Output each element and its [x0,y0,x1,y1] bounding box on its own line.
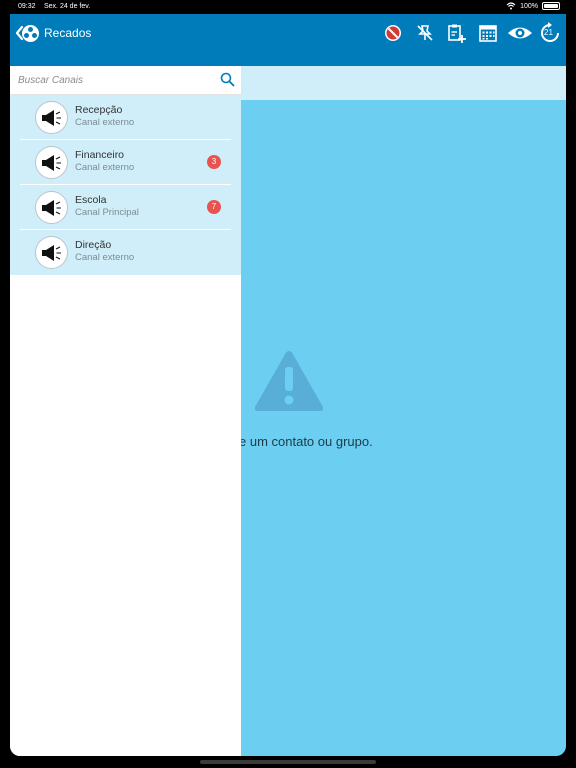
search-icon[interactable] [220,72,235,87]
calendar-icon[interactable] [476,22,500,44]
megaphone-icon [35,236,68,269]
unread-badge: 7 [207,200,221,214]
refresh-count: 21 [544,28,553,37]
channel-subtitle: Canal externo [75,252,135,263]
search-bar [10,66,241,95]
status-time: 09:32 [18,3,36,10]
channel-subtitle: Canal Principal [75,207,139,218]
channel-name: Financeiro [75,149,125,161]
warning-icon [254,351,324,411]
channel-name: Escola [75,194,107,206]
status-right: 100% [506,2,560,10]
unread-badge: 3 [207,155,221,169]
channel-name: Recepção [75,104,123,116]
app-window: 09:32 Sex. 24 de fev. 100% Recados 21 e … [10,0,566,756]
channel-item-direcao[interactable]: Direção Canal externo [10,230,241,275]
navigation-bar: Recados 21 [10,14,566,66]
add-assignment-icon[interactable] [444,22,468,44]
battery-percent: 100% [520,2,538,10]
status-bar: 09:32 Sex. 24 de fev. 100% [10,0,566,14]
content-header-strip [241,66,566,100]
channel-list: Recepção Canal externo Financeiro Canal … [10,95,241,275]
channel-name: Direção [75,239,112,251]
megaphone-icon [35,101,68,134]
megaphone-icon [35,146,68,179]
channel-item-escola[interactable]: Escola Canal Principal 7 [10,185,241,230]
search-input[interactable] [18,71,208,89]
status-date: Sex. 24 de fev. [44,3,91,10]
no-pin-icon[interactable] [413,22,437,44]
home-indicator[interactable] [200,760,376,764]
channel-subtitle: Canal externo [75,117,135,128]
channel-item-financeiro[interactable]: Financeiro Canal externo 3 [10,140,241,185]
eye-icon[interactable] [506,22,534,44]
toolbar-icons: 21 [10,22,566,44]
channel-subtitle: Canal externo [75,162,135,173]
channel-sidebar: Recepção Canal externo Financeiro Canal … [10,66,241,756]
wifi-icon [506,2,516,10]
refresh-counter-icon[interactable]: 21 [538,22,562,44]
megaphone-icon [35,191,68,224]
battery-icon [542,2,560,10]
channel-item-recepcao[interactable]: Recepção Canal externo [10,95,241,140]
no-entry-icon[interactable] [381,22,405,44]
empty-state-message: e um contato ou grupo. [239,434,373,449]
